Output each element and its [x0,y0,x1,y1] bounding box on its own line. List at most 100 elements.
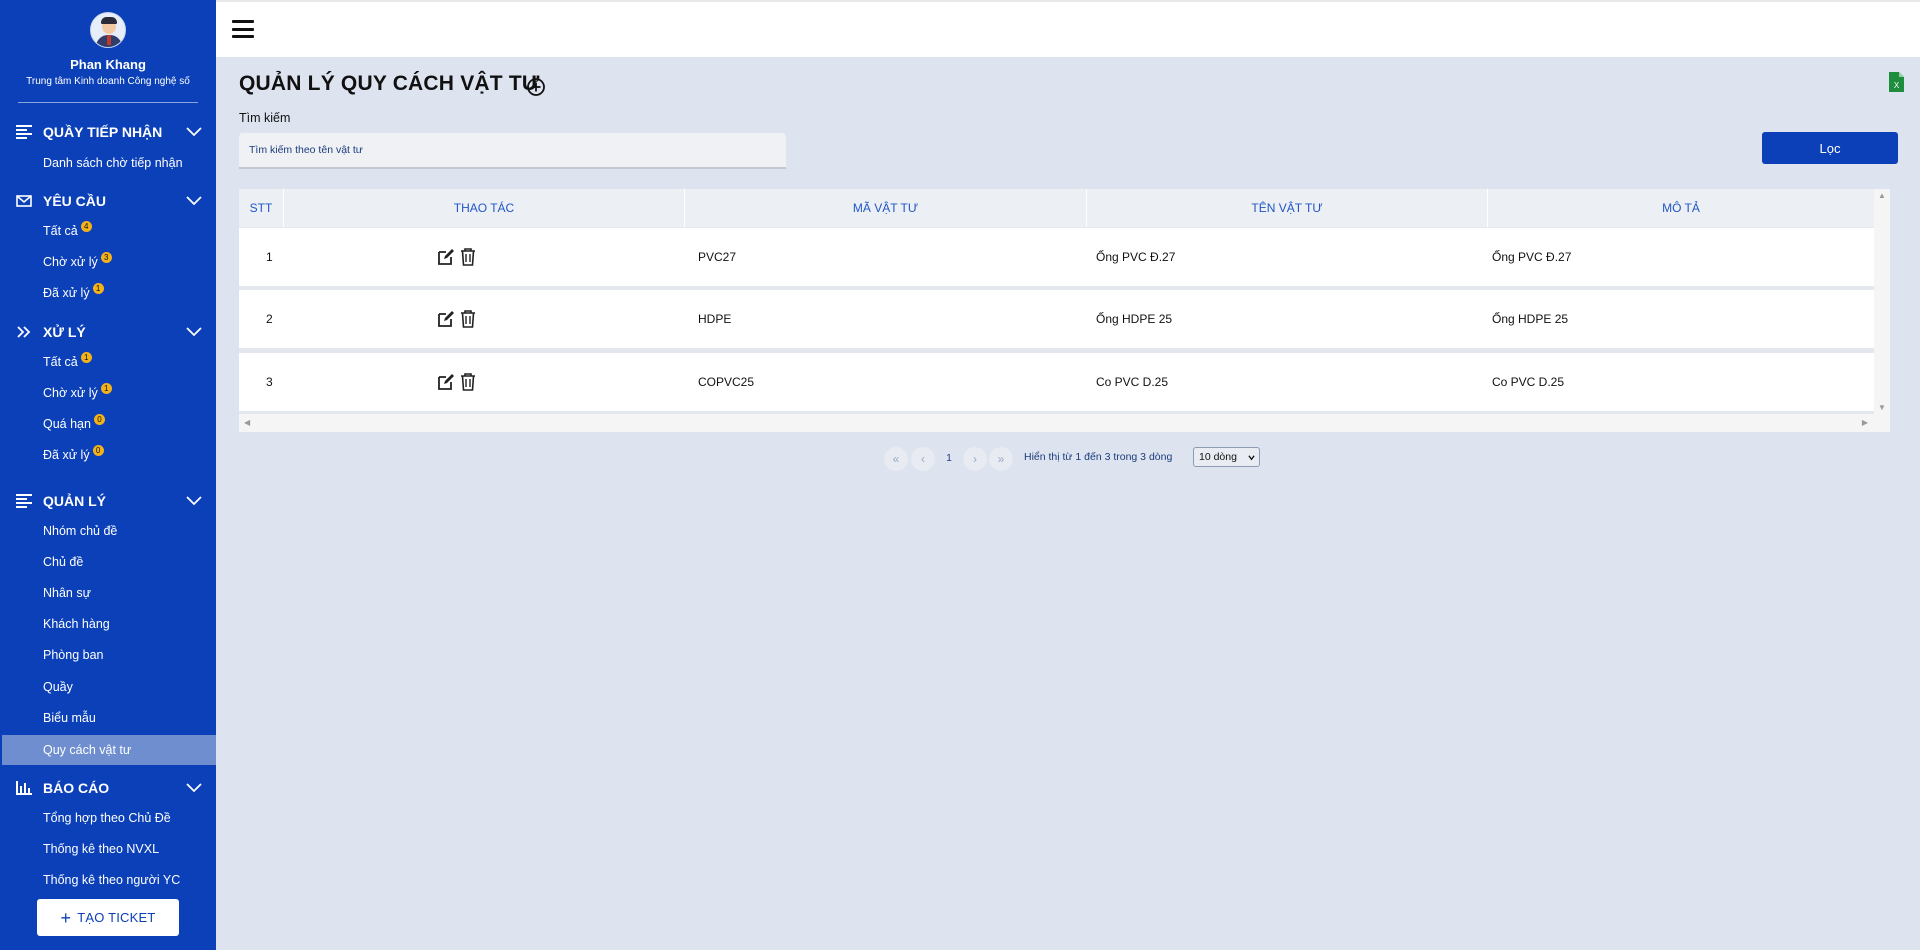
chevron-down-icon[interactable] [186,194,202,208]
column-header-name[interactable]: TÊN VẬT TƯ [1087,189,1488,227]
sidebar-item-xu-ly-qua-han[interactable]: Quá hạn 0 [43,414,105,434]
sidebar-item-danh-sach-cho[interactable]: Danh sách chờ tiếp nhận [43,153,183,173]
chevron-down-icon[interactable] [186,125,202,139]
list-icon [16,125,32,139]
cell-code: COPVC25 [698,375,755,389]
filter-button[interactable]: Lọc [1762,132,1898,164]
column-header-stt[interactable]: STT [239,189,284,227]
excel-export-icon[interactable]: X [1888,72,1904,92]
delete-icon[interactable] [459,373,477,391]
sidebar-item-quay[interactable]: Quầy [43,677,73,697]
sidebar-item-xu-ly-tat-ca[interactable]: Tất cả 1 [43,352,92,372]
bar-chart-icon [16,781,32,795]
column-header-actions[interactable]: THAO TÁC [284,189,685,227]
section-yeu-cau[interactable]: YÊU CẦU [0,188,216,214]
current-page-button[interactable]: 1 [937,447,961,471]
count-badge: 1 [92,283,104,294]
sidebar-divider [18,102,198,103]
table-header: STT THAO TÁC MÃ VẬT TƯ TÊN VẬT TƯ MÔ TẢ [239,189,1890,227]
section-title: YÊU CẦU [43,193,107,209]
sidebar-item-phong-ban[interactable]: Phòng ban [43,645,103,665]
column-header-description[interactable]: MÔ TẢ [1488,189,1874,227]
section-quay-tiep-nhan[interactable]: QUẦY TIẾP NHẬN [0,119,216,145]
sidebar-item-bieu-mau[interactable]: Biểu mẫu [43,708,96,728]
count-badge: 0 [92,445,104,456]
sidebar-item-khach-hang[interactable]: Khách hàng [43,614,110,634]
vertical-scrollbar[interactable]: ▲ ▼ [1874,189,1890,414]
section-title: QUẦY TIẾP NHẬN [43,124,163,140]
sidebar: Phan Khang Trung tâm Kinh doanh Công ngh… [0,0,216,950]
next-page-button[interactable]: › [963,447,987,471]
page-size-select[interactable]: 10 dòng [1193,447,1260,467]
sidebar-item-xu-ly-da-xu-ly[interactable]: Đã xử lý 0 [43,445,104,465]
cell-description: Ống HDPE 25 [1492,312,1569,326]
delete-icon[interactable] [459,310,477,328]
edit-icon[interactable] [437,373,455,391]
edit-icon[interactable] [437,310,455,328]
cell-description: Ống PVC Đ.27 [1492,250,1572,264]
table-row: 2 HDPE Ống HDPE 25 Ống HDPE 25 [239,290,1890,348]
double-chevron-right-icon [17,326,31,338]
sidebar-item-yeu-cau-cho-xu-ly[interactable]: Chờ xử lý 3 [43,252,112,272]
plus-icon: + [60,907,72,928]
count-badge: 0 [93,414,105,425]
materials-table: STT THAO TÁC MÃ VẬT TƯ TÊN VẬT TƯ MÔ TẢ … [239,189,1890,432]
cell-code: PVC27 [698,250,737,264]
cell-stt: 1 [266,250,273,264]
cell-stt: 2 [266,312,273,326]
cell-name: Ống HDPE 25 [1096,312,1173,326]
svg-text:X: X [1894,81,1900,90]
delete-icon[interactable] [459,248,477,266]
section-title: QUẢN LÝ [43,493,106,509]
sidebar-item-yeu-cau-tat-ca[interactable]: Tất cả 4 [43,221,92,241]
section-xu-ly[interactable]: XỬ LÝ [0,319,216,345]
mail-icon [16,195,32,207]
page-title: QUẢN LÝ QUY CÁCH VẬT TƯ [239,72,540,95]
sidebar-item-chu-de[interactable]: Chủ đề [43,552,83,572]
count-badge: 3 [100,252,112,263]
sidebar-item-quy-cach-vat-tu[interactable]: Quy cách vật tư [2,735,216,765]
table-row: 1 PVC27 Ống PVC Đ.27 Ống PVC Đ.27 [239,228,1890,286]
chevron-down-icon[interactable] [186,781,202,795]
edit-icon[interactable] [437,248,455,266]
search-input[interactable] [239,133,786,169]
sidebar-item-xu-ly-cho-xu-ly[interactable]: Chờ xử lý 1 [43,383,112,403]
count-badge: 4 [80,221,92,232]
section-title: BÁO CÁO [43,780,110,796]
last-page-button[interactable]: » [989,447,1013,471]
scroll-up-icon[interactable]: ▲ [1878,191,1886,200]
chevron-down-icon[interactable] [186,325,202,339]
user-profile: Phan Khang Trung tâm Kinh doanh Công ngh… [0,0,216,87]
pagination-info: Hiển thị từ 1 đến 3 trong 3 dòng [1024,451,1173,463]
cell-description: Co PVC D.25 [1492,375,1565,389]
avatar[interactable] [90,12,126,48]
column-header-code[interactable]: MÃ VẬT TƯ [685,189,1087,227]
section-quan-ly[interactable]: QUẢN LÝ [0,488,216,514]
cell-code: HDPE [698,312,732,326]
scroll-left-icon[interactable]: ◀ [244,418,250,427]
chevron-down-icon [1248,455,1255,461]
horizontal-scrollbar[interactable]: ◀ ▶ [239,414,1890,432]
scroll-right-icon[interactable]: ▶ [1862,418,1868,427]
prev-page-button[interactable]: ‹ [911,447,935,471]
sidebar-item-thong-ke-nvxl[interactable]: Thống kê theo NVXL [43,839,159,859]
sidebar-item-nhom-chu-de[interactable]: Nhóm chủ đề [43,521,117,541]
chevron-down-icon[interactable] [186,494,202,508]
cell-stt: 3 [266,375,273,389]
count-badge: 1 [80,352,92,363]
sidebar-item-yeu-cau-da-xu-ly[interactable]: Đã xử lý 1 [43,283,104,303]
cell-name: Ống PVC Đ.27 [1096,250,1176,264]
scroll-down-icon[interactable]: ▼ [1878,403,1886,412]
sidebar-item-tong-hop-chu-de[interactable]: Tổng hợp theo Chủ Đề [43,808,171,828]
create-ticket-button[interactable]: + TẠO TICKET [37,899,179,936]
table-row: 3 COPVC25 Co PVC D.25 Co PVC D.25 [239,353,1890,411]
section-bao-cao[interactable]: BÁO CÁO [0,775,216,801]
menu-icon[interactable] [232,20,254,38]
sidebar-item-thong-ke-nguoi-yc[interactable]: Thống kê theo người YC [43,870,180,890]
sidebar-item-nhan-su[interactable]: Nhân sự [43,583,91,603]
count-badge: 1 [100,383,112,394]
first-page-button[interactable]: « [884,447,908,471]
list-icon [16,494,32,508]
user-org: Trung tâm Kinh doanh Công nghệ số [26,76,190,87]
add-circle-icon[interactable] [526,77,546,97]
